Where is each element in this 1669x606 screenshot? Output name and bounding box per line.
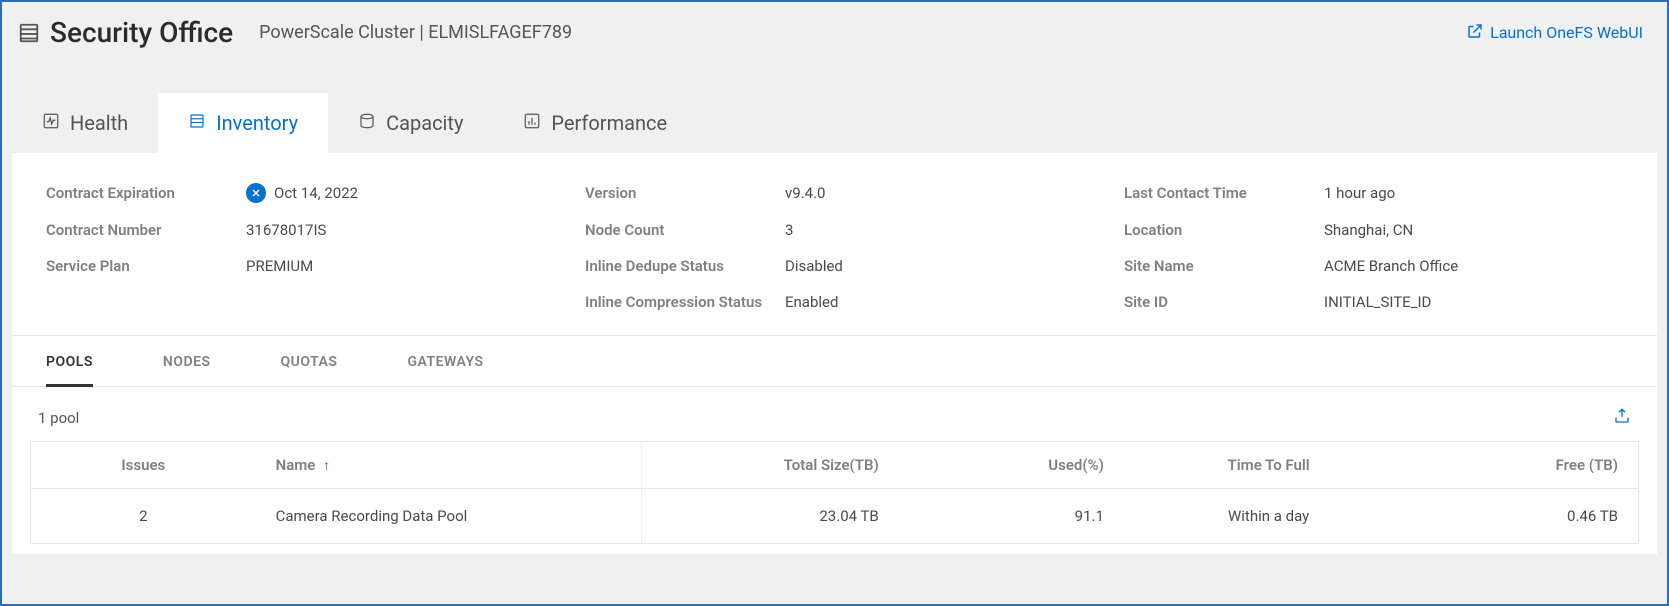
node-count-value: 3 — [785, 221, 793, 239]
tab-capacity-label: Capacity — [386, 111, 463, 135]
contract-number-value: 31678017IS — [246, 221, 326, 239]
inline-dedupe-label: Inline Dedupe Status — [585, 257, 785, 275]
tab-performance-label: Performance — [551, 111, 667, 135]
subtab-pools[interactable]: POOLS — [46, 354, 93, 387]
cluster-icon — [18, 22, 40, 44]
contract-expiration-label: Contract Expiration — [46, 184, 246, 202]
subtab-gateways[interactable]: GATEWAYS — [407, 354, 483, 386]
capacity-icon — [358, 111, 376, 135]
external-link-icon — [1466, 22, 1484, 44]
launch-onefs-link[interactable]: Launch OneFS WebUI — [1466, 22, 1643, 44]
col-name-label: Name — [276, 456, 316, 474]
tab-inventory[interactable]: Inventory — [158, 93, 328, 153]
tab-capacity[interactable]: Capacity — [328, 93, 493, 153]
last-contact-value: 1 hour ago — [1324, 184, 1395, 202]
inventory-icon — [188, 111, 206, 135]
export-icon — [1613, 413, 1631, 429]
cell-free: 0.46 TB — [1413, 489, 1638, 544]
pools-table: Issues Name ↑ Total Size(TB) Used(%) Tim… — [30, 441, 1639, 544]
col-time-to-full[interactable]: Time To Full — [1124, 442, 1413, 489]
properties-grid: Contract Expiration Oct 14, 2022 Version… — [12, 153, 1657, 336]
table-row[interactable]: 2 Camera Recording Data Pool 23.04 TB 91… — [31, 489, 1639, 544]
page-subtitle: PowerScale Cluster | ELMISLFAGEF789 — [259, 22, 572, 43]
cell-name-link[interactable]: Camera Recording Data Pool — [256, 489, 642, 544]
sort-ascending-icon: ↑ — [323, 458, 330, 474]
page-header: Security Office PowerScale Cluster | ELM… — [2, 2, 1667, 63]
inventory-subtabs: POOLS NODES QUOTAS GATEWAYS — [12, 336, 1657, 387]
version-label: Version — [585, 184, 785, 202]
cell-time-to-full: Within a day — [1124, 489, 1413, 544]
site-name-value: ACME Branch Office — [1324, 257, 1458, 275]
tab-health[interactable]: Health — [12, 93, 158, 153]
service-plan-value: PREMIUM — [246, 257, 313, 275]
tab-inventory-label: Inventory — [216, 111, 298, 135]
col-name[interactable]: Name ↑ — [256, 442, 642, 489]
inline-dedupe-value: Disabled — [785, 257, 843, 275]
contract-number-label: Contract Number — [46, 221, 246, 239]
cell-used: 91.1 — [899, 489, 1124, 544]
tab-health-label: Health — [70, 111, 128, 135]
launch-onefs-label: Launch OneFS WebUI — [1490, 23, 1643, 42]
performance-icon — [523, 111, 541, 135]
version-value: v9.4.0 — [785, 184, 825, 202]
main-tabs: Health Inventory Capacity Performance — [2, 93, 1667, 153]
node-count-label: Node Count — [585, 221, 785, 239]
export-button[interactable] — [1613, 407, 1631, 429]
cell-total-size: 23.04 TB — [642, 489, 899, 544]
location-value: Shanghai, CN — [1324, 221, 1413, 239]
col-used[interactable]: Used(%) — [899, 442, 1124, 489]
tab-performance[interactable]: Performance — [493, 93, 697, 153]
site-id-label: Site ID — [1124, 293, 1324, 311]
last-contact-label: Last Contact Time — [1124, 184, 1324, 202]
col-free[interactable]: Free (TB) — [1413, 442, 1638, 489]
contract-expiration-value: Oct 14, 2022 — [274, 184, 358, 202]
page-title: Security Office — [50, 16, 233, 49]
subtab-nodes[interactable]: NODES — [163, 354, 211, 386]
inline-compression-label: Inline Compression Status — [585, 293, 785, 311]
site-name-label: Site Name — [1124, 257, 1324, 275]
inline-compression-value: Enabled — [785, 293, 838, 311]
location-label: Location — [1124, 221, 1324, 239]
pool-count-summary: 1 pool — [38, 409, 79, 427]
health-icon — [42, 111, 60, 135]
col-total-size[interactable]: Total Size(TB) — [642, 442, 899, 489]
service-plan-label: Service Plan — [46, 257, 246, 275]
subtab-quotas[interactable]: QUOTAS — [281, 354, 338, 386]
table-header-row: Issues Name ↑ Total Size(TB) Used(%) Tim… — [31, 442, 1639, 489]
cell-issues: 2 — [31, 489, 256, 544]
col-issues[interactable]: Issues — [31, 442, 256, 489]
site-id-value: INITIAL_SITE_ID — [1324, 293, 1431, 311]
expired-status-icon — [246, 183, 266, 203]
inventory-panel: Contract Expiration Oct 14, 2022 Version… — [12, 153, 1657, 554]
